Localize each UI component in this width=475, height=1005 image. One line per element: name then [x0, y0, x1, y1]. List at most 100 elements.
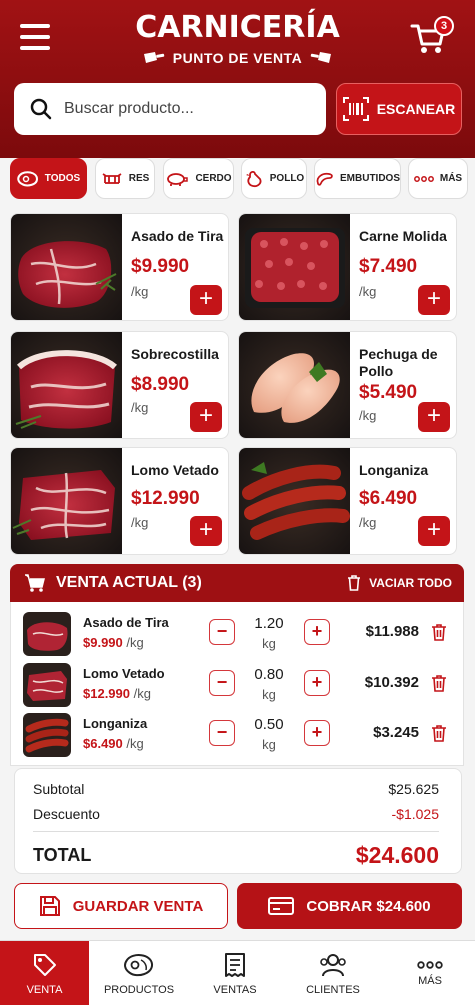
decrease-qty-button[interactable]: − — [209, 619, 235, 645]
scan-button[interactable]: ESCANEAR — [336, 83, 462, 135]
product-name: Sobrecostilla — [131, 346, 219, 362]
cleaver-icon — [143, 52, 165, 63]
discount-row: Descuento -$1.025 — [33, 806, 439, 822]
search-input[interactable] — [64, 100, 304, 118]
category-mas[interactable]: MÁS — [408, 158, 468, 199]
product-unit: /kg — [131, 400, 149, 415]
cart-button[interactable]: 3 — [410, 16, 454, 58]
sale-lines: Asado de Tira $9.990 /kg − 1.20 kg + $11… — [10, 602, 464, 766]
category-cerdo[interactable]: CERDO — [163, 158, 234, 199]
scan-label: ESCANEAR — [376, 101, 456, 117]
clear-all-label: VACIAR TODO — [369, 575, 452, 590]
current-sale-header: VENTA ACTUAL (3) VACIAR TODO — [10, 564, 464, 602]
charge-label: COBRAR $24.600 — [306, 897, 431, 915]
app-title: CARNICERÍA — [135, 10, 340, 45]
cleaver-icon — [310, 52, 332, 63]
clear-all-button[interactable]: VACIAR TODO — [347, 574, 452, 591]
charge-button[interactable]: COBRAR $24.600 — [237, 883, 462, 929]
increase-qty-button[interactable]: + — [304, 670, 330, 696]
product-card-pechuga-pollo[interactable]: Pechuga de Pollo $5.490 /kg + — [238, 331, 457, 439]
nav-ventas[interactable]: VENTAS — [190, 941, 280, 1005]
product-image — [11, 214, 122, 320]
trash-icon[interactable] — [431, 674, 447, 692]
total-row: TOTAL $24.600 — [33, 831, 439, 869]
product-price: $8.990 — [131, 374, 190, 395]
pig-icon — [167, 172, 189, 186]
search-box[interactable] — [14, 83, 326, 135]
category-todos[interactable]: TODOS — [10, 158, 87, 199]
category-label: CERDO — [195, 173, 232, 184]
category-label: MÁS — [439, 173, 463, 184]
product-name: Pechuga de Pollo — [359, 346, 438, 379]
product-card-sobrecostilla[interactable]: Sobrecostilla $8.990 /kg + — [10, 331, 229, 439]
product-unit: /kg — [131, 515, 149, 530]
decrease-qty-button[interactable]: − — [209, 720, 235, 746]
nav-productos[interactable]: PRODUCTOS — [94, 941, 184, 1005]
product-card-lomo-vetado[interactable]: Lomo Vetado $12.990 /kg + — [10, 447, 229, 555]
sale-line: Lomo Vetado $12.990 /kg − 0.80 kg + $10.… — [11, 660, 465, 710]
increase-qty-button[interactable]: + — [304, 720, 330, 746]
nav-label: PRODUCTOS — [103, 983, 175, 996]
decrease-qty-button[interactable]: − — [209, 670, 235, 696]
line-item-price: $9.990 /kg — [83, 635, 144, 650]
category-label: RES — [128, 173, 150, 184]
line-item-name: Lomo Vetado — [83, 666, 165, 681]
save-sale-button[interactable]: GUARDAR VENTA — [14, 883, 228, 929]
category-res[interactable]: RES — [95, 158, 155, 199]
barcode-scan-icon — [342, 97, 369, 121]
line-item-image — [23, 663, 71, 707]
nav-mas[interactable]: MÁS — [385, 941, 475, 1005]
total-label: TOTAL — [33, 845, 92, 865]
product-image — [239, 332, 350, 438]
product-price: $7.490 — [359, 256, 418, 277]
increase-qty-button[interactable]: + — [304, 619, 330, 645]
add-to-sale-button[interactable]: + — [418, 402, 450, 432]
product-price: $12.990 — [131, 488, 200, 509]
add-to-sale-button[interactable]: + — [418, 285, 450, 315]
cow-icon — [102, 172, 122, 184]
app-header: CARNICERÍA PUNTO DE VENTA 3 ESCANEAR — [0, 0, 475, 158]
line-item-name: Asado de Tira — [83, 615, 169, 630]
product-name: Asado de Tira — [131, 228, 224, 244]
save-icon — [39, 896, 60, 916]
nav-clientes[interactable]: CLIENTES — [288, 941, 378, 1005]
nav-venta[interactable]: VENTA — [0, 941, 89, 1005]
nav-label: CLIENTES — [306, 983, 360, 996]
trash-icon[interactable] — [431, 724, 447, 742]
add-to-sale-button[interactable]: + — [418, 516, 450, 546]
category-embutidos[interactable]: EMBUTIDOS — [314, 158, 401, 199]
category-pollo[interactable]: POLLO — [241, 158, 307, 199]
trash-icon — [348, 575, 361, 591]
product-price: $5.490 — [359, 382, 418, 403]
receipt-icon — [225, 952, 245, 977]
meat-icon — [124, 953, 153, 976]
bottom-nav: VENTA PRODUCTOS VENTAS CLIENTES MÁS — [0, 940, 475, 1005]
product-image — [239, 448, 350, 554]
more-icon — [413, 175, 434, 182]
product-card-asado[interactable]: Asado de Tira $9.990 /kg + — [10, 213, 229, 321]
add-to-sale-button[interactable]: + — [190, 402, 222, 432]
sale-line: Longaniza $6.490 /kg − 0.50 kg + $3.245 — [11, 710, 465, 760]
nav-label: VENTAS — [213, 983, 257, 996]
nav-label: VENTA — [26, 983, 63, 996]
discount-label: Descuento — [33, 806, 100, 822]
current-sale-title: VENTA ACTUAL (3) — [56, 574, 202, 591]
menu-icon[interactable] — [20, 24, 50, 52]
add-to-sale-button[interactable]: + — [190, 285, 222, 315]
category-bar: TODOS RES CERDO POLLO EMBUTIDOS MÁS — [10, 158, 470, 200]
line-item-image — [23, 612, 71, 656]
product-card-longaniza[interactable]: Longaniza $6.490 /kg + — [238, 447, 457, 555]
save-sale-label: GUARDAR VENTA — [72, 897, 204, 915]
product-unit: /kg — [131, 284, 149, 299]
product-card-carne-molida[interactable]: Carne Molida $7.490 /kg + — [238, 213, 457, 321]
trash-icon[interactable] — [431, 623, 447, 641]
product-image — [11, 332, 122, 438]
product-image — [239, 214, 350, 320]
more-icon — [417, 960, 443, 969]
line-qty: 0.80 — [254, 666, 284, 683]
app-subtitle-row: PUNTO DE VENTA — [100, 50, 375, 66]
users-icon — [320, 953, 346, 976]
add-to-sale-button[interactable]: + — [190, 516, 222, 546]
line-item-price: $6.490 /kg — [83, 736, 144, 751]
product-price: $9.990 — [131, 256, 190, 277]
